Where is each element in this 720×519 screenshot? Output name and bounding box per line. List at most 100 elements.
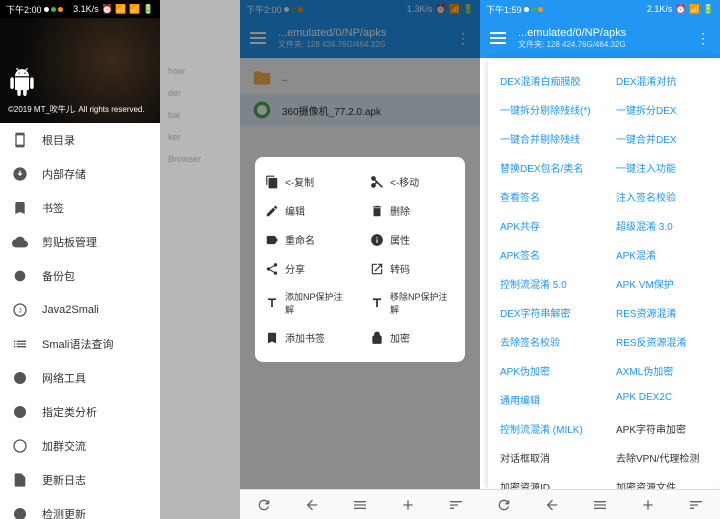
- sort-icon[interactable]: [448, 497, 464, 513]
- ctx-move[interactable]: <-移动: [360, 167, 465, 196]
- option-item[interactable]: APK VM保护: [604, 269, 720, 298]
- drawer-item-class-analysis[interactable]: 指定类分析: [0, 395, 160, 429]
- ctx-remove-np[interactable]: 移除NP保护注解: [360, 283, 465, 323]
- modal-overlay[interactable]: <-复制 <-移动 编辑 删除 重命名 属性 分享 转码 添加NP保护注解 移除…: [240, 0, 480, 519]
- option-item[interactable]: AXML伪加密: [604, 356, 720, 385]
- option-item[interactable]: 控制流混淆 (MILK): [488, 414, 604, 443]
- svg-text:J: J: [18, 308, 21, 315]
- drawer-header: ©2019 MT_吹牛儿. All rights reserved.: [0, 18, 160, 123]
- option-item[interactable]: 一键合并DEX: [604, 124, 720, 153]
- menu-icon[interactable]: [592, 497, 608, 513]
- edit-icon: [265, 204, 279, 218]
- app-bar: ...emulated/0/NP/apks文件夹: 128 424.76G/46…: [480, 18, 720, 58]
- drawer-item-storage[interactable]: 内部存储: [0, 157, 160, 191]
- drawer-item-root[interactable]: 根目录: [0, 123, 160, 157]
- option-item[interactable]: APK DEX2C: [604, 385, 720, 414]
- list-icon: [12, 336, 28, 352]
- drawer-item-java2smali[interactable]: JJava2Smali: [0, 293, 160, 327]
- android-logo-icon: [8, 66, 36, 98]
- option-item[interactable]: 去除VPN/代理检测: [604, 443, 720, 472]
- cloud-icon: [12, 234, 28, 250]
- bottom-toolbar: [480, 489, 720, 519]
- option-item[interactable]: 超级混淆 3.0: [604, 211, 720, 240]
- drawer-item-group[interactable]: 加群交流: [0, 429, 160, 463]
- option-item[interactable]: 加密资源文件: [604, 472, 720, 489]
- drawer-item-backup[interactable]: 备份包: [0, 259, 160, 293]
- ctx-add-np[interactable]: 添加NP保护注解: [255, 283, 360, 323]
- ctx-edit[interactable]: 编辑: [255, 196, 360, 225]
- add-icon[interactable]: [640, 497, 656, 513]
- option-item[interactable]: 一键拆分剔除残线(*): [488, 95, 604, 124]
- drawer-item-update[interactable]: 检测更新: [0, 497, 160, 519]
- option-item[interactable]: 一键合并剔除残线: [488, 124, 604, 153]
- text-icon: [265, 296, 279, 310]
- option-item[interactable]: APK字符串加密: [604, 414, 720, 443]
- refresh-icon[interactable]: [496, 497, 512, 513]
- options-panel: DEX混淆白痴膜胶DEX混淆对抗一键拆分剔除残线(*)一键拆分DEX一键合并剔除…: [488, 58, 720, 489]
- download-icon: [12, 166, 28, 182]
- path-title: ...emulated/0/NP/apks: [518, 27, 626, 39]
- bookmark-add-icon: [265, 331, 279, 345]
- option-item[interactable]: APK共存: [488, 211, 604, 240]
- option-item[interactable]: 加密资源ID: [488, 472, 604, 489]
- dimmed-background[interactable]: how der bal ker Browser: [160, 0, 240, 519]
- drawer-item-network[interactable]: 网络工具: [0, 361, 160, 395]
- option-item[interactable]: 通用编辑: [488, 385, 604, 414]
- option-item[interactable]: DEX混淆对抗: [604, 66, 720, 95]
- option-item[interactable]: APK签名: [488, 240, 604, 269]
- refresh-icon[interactable]: [256, 497, 272, 513]
- option-item[interactable]: 一键拆分DEX: [604, 95, 720, 124]
- menu-icon[interactable]: [490, 32, 506, 44]
- ctx-bookmark[interactable]: 添加书签: [255, 323, 360, 352]
- code-icon: J: [12, 302, 28, 318]
- ctx-rename[interactable]: 重命名: [255, 225, 360, 254]
- option-item[interactable]: APK混淆: [604, 240, 720, 269]
- sort-icon[interactable]: [688, 497, 704, 513]
- ctx-share[interactable]: 分享: [255, 254, 360, 283]
- ctx-delete[interactable]: 删除: [360, 196, 465, 225]
- settings-icon: [12, 268, 28, 284]
- wrench-icon: [12, 404, 28, 420]
- bottom-toolbar: [240, 489, 480, 519]
- status-bar: 下午1:59 2.1K/s⏰ 📶 🔋: [480, 0, 720, 18]
- option-item[interactable]: RES资源混淆: [604, 298, 720, 327]
- back-icon[interactable]: [544, 497, 560, 513]
- bookmark-icon: [12, 200, 28, 216]
- ctx-copy[interactable]: <-复制: [255, 167, 360, 196]
- share-icon: [265, 262, 279, 276]
- option-item[interactable]: DEX字符串解密: [488, 298, 604, 327]
- add-icon[interactable]: [400, 497, 416, 513]
- cut-icon: [370, 175, 384, 189]
- doc-icon: [12, 472, 28, 488]
- drawer-item-smali-syntax[interactable]: Smali语法查询: [0, 327, 160, 361]
- copy-icon: [265, 175, 279, 189]
- back-icon[interactable]: [304, 497, 320, 513]
- option-item[interactable]: 去除签名校验: [488, 327, 604, 356]
- option-item[interactable]: 控制流混淆 5.0: [488, 269, 604, 298]
- option-item[interactable]: 注入签名校验: [604, 182, 720, 211]
- copyright-text: ©2019 MT_吹牛儿. All rights reserved.: [8, 104, 152, 115]
- option-item[interactable]: 替换DEX包名/类名: [488, 153, 604, 182]
- option-item[interactable]: RES反资源混淆: [604, 327, 720, 356]
- status-bar: 下午2:00 3.1K/s⏰ 📶 📶 🔋: [0, 0, 160, 18]
- option-item[interactable]: 查看签名: [488, 182, 604, 211]
- chat-icon: [12, 438, 28, 454]
- option-item[interactable]: 对话框取消: [488, 443, 604, 472]
- ctx-encrypt[interactable]: 加密: [360, 323, 465, 352]
- drawer-list: 根目录 内部存储 书签 剪贴板管理 备份包 JJava2Smali Smali语…: [0, 123, 160, 519]
- ctx-transcode[interactable]: 转码: [360, 254, 465, 283]
- drawer-item-bookmark[interactable]: 书签: [0, 191, 160, 225]
- menu-icon[interactable]: [352, 497, 368, 513]
- drawer-item-clipboard[interactable]: 剪贴板管理: [0, 225, 160, 259]
- delete-icon: [370, 204, 384, 218]
- option-item[interactable]: 一键注入功能: [604, 153, 720, 182]
- more-icon[interactable]: ⋮: [696, 30, 710, 47]
- open-icon: [370, 262, 384, 276]
- option-item[interactable]: APK伪加密: [488, 356, 604, 385]
- drawer-item-changelog[interactable]: 更新日志: [0, 463, 160, 497]
- label-icon: [265, 233, 279, 247]
- option-item[interactable]: DEX混淆白痴膜胶: [488, 66, 604, 95]
- lock-icon: [370, 331, 384, 345]
- ctx-properties[interactable]: 属性: [360, 225, 465, 254]
- upload-icon: [12, 506, 28, 519]
